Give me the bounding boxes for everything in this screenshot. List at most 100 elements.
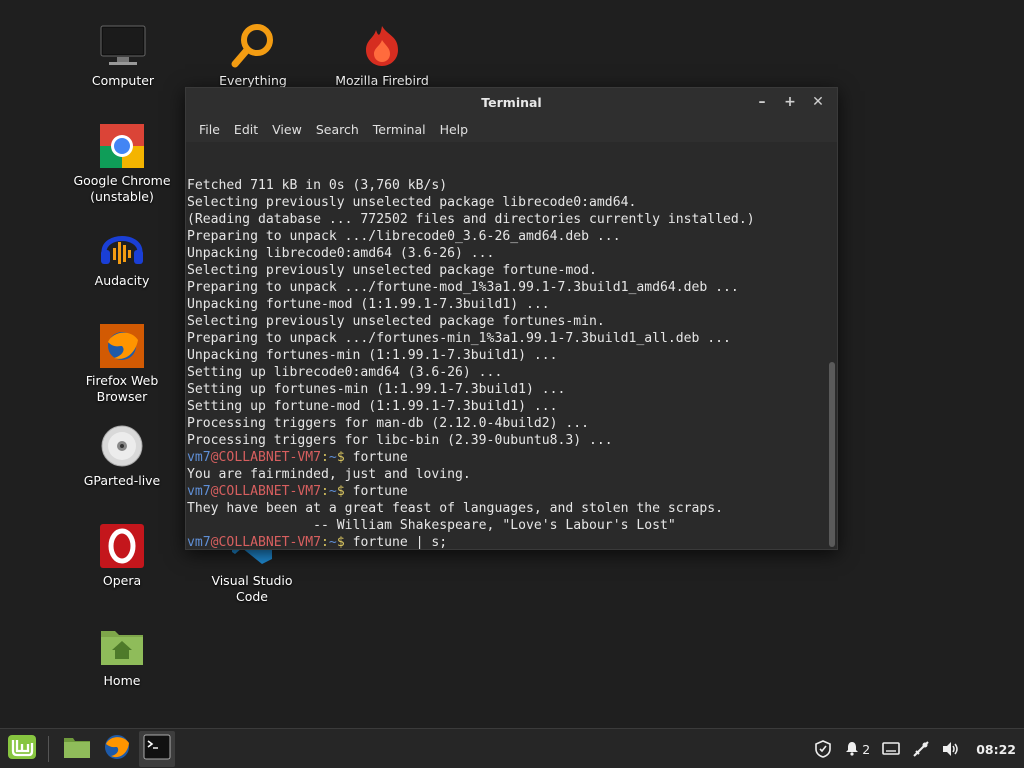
terminal-output[interactable]: Fetched 711 kB in 0s (3,760 kB/s) Selecti…	[186, 142, 837, 549]
files-launcher[interactable]	[59, 731, 95, 767]
scroll-thumb[interactable]	[829, 362, 835, 547]
search-icon	[229, 22, 277, 70]
bell-icon	[844, 740, 860, 759]
firebird-icon	[358, 22, 406, 70]
terminal-icon	[143, 734, 171, 764]
prompt-path: ~	[328, 535, 337, 549]
prompt-at: @	[210, 535, 219, 549]
output-line: Selecting previously unselected package …	[187, 314, 605, 329]
desktop-icon-opera[interactable]: Opera	[62, 522, 182, 589]
desktop-icon-gparted-live[interactable]: GParted-live	[62, 422, 182, 489]
menu-search[interactable]: Search	[309, 122, 366, 137]
prompt-at: @	[210, 484, 219, 499]
scrollbar[interactable]	[827, 142, 837, 549]
minimize-button[interactable]: –	[751, 92, 773, 112]
notifications-indicator[interactable]: 2	[844, 740, 870, 759]
notifications-count: 2	[862, 741, 871, 757]
desktop-icon-label: GParted-live	[83, 473, 161, 488]
desktop-icon-label: Visual Studio Code	[211, 573, 293, 604]
desktop-icon-google-chrome[interactable]: Google Chrome (unstable)	[62, 122, 182, 205]
output-line: Unpacking librecode0:amd64 (3.6-26) ...	[187, 246, 495, 261]
desktop-icon-computer[interactable]: Computer	[63, 22, 183, 89]
prompt-sigil: $	[336, 450, 345, 465]
volume-icon[interactable]	[942, 741, 960, 757]
firefox-launcher[interactable]	[99, 731, 135, 767]
prompt-sigil: $	[336, 535, 345, 549]
output-line: (Reading database ... 772502 files and d…	[187, 212, 755, 227]
terminal-launcher[interactable]	[139, 730, 175, 767]
desktop-icon-label: Computer	[91, 73, 155, 88]
output-line: Preparing to unpack .../fortune-mod_1%3a…	[187, 280, 739, 295]
display-icon[interactable]	[882, 741, 901, 757]
output-line: Fetched 711 kB in 0s (3,760 kB/s)	[187, 178, 448, 193]
output-line: They have been at a great feast of langu…	[187, 501, 724, 516]
output-line: Processing triggers for man-db (2.12.0-4…	[187, 416, 590, 431]
output-line: Selecting previously unselected package …	[187, 195, 637, 210]
chrome-icon	[98, 122, 146, 170]
network-icon[interactable]	[912, 740, 930, 758]
shield-icon[interactable]	[814, 740, 832, 758]
home-folder-icon	[98, 622, 146, 670]
taskbar-separator	[48, 735, 49, 762]
menu-view[interactable]: View	[265, 122, 309, 137]
desktop-icon-firefox[interactable]: Firefox Web Browser	[62, 322, 182, 405]
prompt-line: vm7@COLLABNET-VM7:~$ fortune	[187, 449, 837, 466]
prompt-separator: :	[321, 535, 329, 549]
desktop-icon-home[interactable]: Home	[62, 622, 182, 689]
maximize-button[interactable]: +	[779, 92, 801, 112]
menu-help[interactable]: Help	[433, 122, 476, 137]
desktop-icon-label: Opera	[102, 573, 142, 588]
audacity-icon	[98, 222, 146, 270]
output-line: Preparing to unpack .../librecode0_3.6-2…	[187, 229, 621, 244]
window-controls: – + ✕	[751, 92, 829, 112]
terminal-lines: Fetched 711 kB in 0s (3,760 kB/s) Selecti…	[187, 177, 837, 549]
menu-bar: File Edit View Search Terminal Help	[186, 117, 837, 142]
menu-edit[interactable]: Edit	[227, 122, 265, 137]
prompt-separator: :	[321, 484, 329, 499]
output-line: -- William Shakespeare, "Love's Labour's…	[187, 518, 676, 533]
prompt-line: vm7@COLLABNET-VM7:~$ fortune	[187, 483, 837, 500]
command-text: fortune | s;	[344, 535, 448, 549]
output-line: Unpacking fortune-mod (1:1.99.1-7.3build…	[187, 297, 550, 312]
output-line: Processing triggers for libc-bin (2.39-0…	[187, 433, 613, 448]
mint-menu-button[interactable]	[4, 731, 40, 767]
output-line: Preparing to unpack .../fortunes-min_1%3…	[187, 331, 731, 346]
prompt-path: ~	[328, 484, 337, 499]
prompt-host: COLLABNET-VM7	[218, 450, 322, 465]
prompt-host: COLLABNET-VM7	[218, 535, 322, 549]
command-text: fortune	[344, 484, 408, 499]
mint-menu-icon	[7, 734, 37, 764]
command-text: fortune	[344, 450, 408, 465]
desktop-icon-audacity[interactable]: Audacity	[62, 222, 182, 289]
computer-icon	[99, 22, 147, 70]
desktop-icon-everything[interactable]: Everything	[193, 22, 313, 89]
menu-file[interactable]: File	[192, 122, 227, 137]
prompt-sigil: $	[336, 484, 345, 499]
output-line: Unpacking fortunes-min (1:1.99.1-7.3buil…	[187, 348, 558, 363]
taskbar: 2 08:22	[0, 728, 1024, 768]
title-bar[interactable]: Terminal – + ✕	[186, 88, 837, 117]
desktop-icon-mozilla-firebird[interactable]: Mozilla Firebird	[322, 22, 442, 89]
prompt-user: vm7	[187, 535, 211, 549]
desktop-icon-label: Firefox Web Browser	[85, 373, 159, 404]
system-tray: 2 08:22	[814, 729, 1016, 768]
prompt-separator: :	[321, 450, 329, 465]
output-line: Setting up fortune-mod (1:1.99.1-7.3buil…	[187, 399, 558, 414]
terminal-window[interactable]: Terminal – + ✕ File Edit View Search Ter…	[185, 87, 838, 550]
clock[interactable]: 08:22	[976, 742, 1016, 757]
desktop-icon-label: Audacity	[94, 273, 150, 288]
firefox-icon	[103, 733, 131, 765]
prompt-at: @	[210, 450, 219, 465]
prompt-user: vm7	[187, 450, 211, 465]
prompt-line: vm7@COLLABNET-VM7:~$ fortune | s;	[187, 534, 837, 549]
desktop-icon-label: Home	[103, 673, 141, 688]
prompt-path: ~	[328, 450, 337, 465]
menu-terminal[interactable]: Terminal	[366, 122, 433, 137]
prompt-user: vm7	[187, 484, 211, 499]
output-line: Setting up fortunes-min (1:1.99.1-7.3bui…	[187, 382, 566, 397]
output-line: Selecting previously unselected package …	[187, 263, 597, 278]
close-button[interactable]: ✕	[807, 92, 829, 112]
opera-icon	[98, 522, 146, 570]
disc-icon	[98, 422, 146, 470]
output-line: You are fairminded, just and loving.	[187, 467, 471, 482]
